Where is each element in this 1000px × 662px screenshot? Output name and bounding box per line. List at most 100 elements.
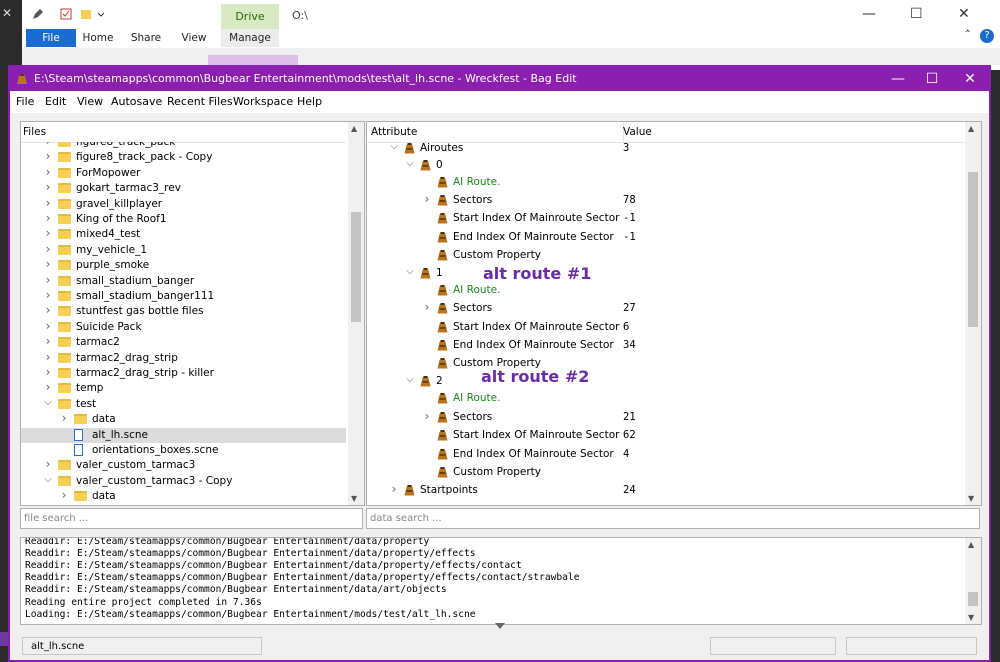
help-icon[interactable]: ? (980, 29, 994, 43)
maximize-button[interactable]: ☐ (910, 6, 923, 22)
attribute-value[interactable]: 6 (623, 500, 629, 504)
attribute-row[interactable]: Custom Property (367, 246, 965, 264)
minimize-button[interactable]: — (880, 69, 916, 89)
chevron-right-icon[interactable]: › (59, 411, 69, 425)
scroll-down-icon[interactable]: ▼ (968, 494, 974, 503)
attribute-row[interactable]: Start Index Of Mainroute Sector -1 (367, 209, 965, 227)
chevron-right-icon[interactable]: › (43, 142, 53, 148)
chevron-down-icon[interactable]: ⌵ (405, 266, 415, 277)
tab-file[interactable]: File (26, 29, 76, 47)
attribute-value[interactable]: -1 (623, 228, 636, 246)
data-search-input[interactable]: data search ... (366, 508, 980, 529)
chevron-down-icon[interactable]: ⌵ (389, 142, 399, 152)
attribute-column-header[interactable]: Attribute (371, 126, 417, 138)
chevron-right-icon[interactable]: › (422, 300, 432, 314)
tree-item[interactable]: ⌵ valer_custom_tarmac3 - Copy (21, 474, 346, 489)
menu-view[interactable]: View (77, 95, 103, 108)
attribute-row[interactable]: ⌵ 1 (367, 264, 965, 282)
scroll-thumb[interactable] (351, 212, 361, 322)
scroll-up-icon[interactable]: ▲ (968, 124, 974, 133)
tree-item[interactable]: › Suicide Pack (21, 319, 346, 335)
chevron-down-icon[interactable]: ⌵ (405, 158, 415, 169)
chevron-right-icon[interactable]: › (43, 365, 53, 379)
attribute-row[interactable]: End Index Of Mainroute Sector -1 (367, 228, 965, 246)
attribute-row[interactable]: Start Index Of Mainroute Sector 6 (367, 318, 965, 336)
drive-tools-tab[interactable]: Drive Tools (221, 4, 279, 48)
menu-workspace[interactable]: Workspace (233, 95, 293, 108)
tree-item[interactable]: alt_lh.scne (21, 427, 346, 443)
chevron-right-icon[interactable]: › (43, 165, 53, 179)
scroll-up-icon[interactable]: ▲ (968, 540, 974, 549)
chevron-right-icon[interactable]: › (43, 350, 53, 364)
menu-file[interactable]: File (16, 95, 34, 108)
tab-home[interactable]: Home (80, 29, 116, 47)
file-search-input[interactable]: file search ... (20, 508, 363, 529)
chevron-right-icon[interactable]: › (43, 226, 53, 240)
scroll-thumb[interactable] (968, 592, 978, 606)
tree-item[interactable]: › my_vehicle_1 (21, 242, 346, 258)
attribute-value[interactable]: 24 (623, 481, 636, 499)
attribute-row[interactable]: › Checkpoints 6 (367, 500, 965, 504)
tree-item[interactable]: › mixed4_test (21, 226, 346, 242)
attribute-row[interactable]: AI Route. (367, 389, 965, 407)
tree-item[interactable]: › valer_custom_tarmac3 (21, 457, 346, 473)
tree-item[interactable]: › tarmac2_drag_strip (21, 350, 346, 366)
chevron-right-icon[interactable]: › (43, 334, 53, 348)
attribute-row[interactable]: ⌵ 2 (367, 372, 965, 390)
attribute-value[interactable]: 78 (623, 191, 636, 209)
chevron-down-icon[interactable]: ⌵ (43, 474, 53, 485)
attribute-value[interactable]: 27 (623, 299, 636, 317)
scroll-down-icon[interactable]: ▼ (968, 613, 974, 622)
attribute-value[interactable]: 6 (623, 318, 629, 336)
attribute-row[interactable]: AI Route. (367, 281, 965, 299)
menu-help[interactable]: Help (297, 95, 322, 108)
tree-item[interactable]: › temp (21, 380, 346, 396)
menu-edit[interactable]: Edit (45, 95, 66, 108)
chevron-right-icon[interactable]: › (422, 192, 432, 206)
attribute-row[interactable]: Custom Property (367, 463, 965, 481)
tree-item[interactable]: › data (21, 488, 346, 504)
chevron-right-icon[interactable]: › (59, 488, 69, 502)
chevron-right-icon[interactable]: › (43, 149, 53, 163)
attribute-value[interactable]: -1 (623, 209, 636, 227)
scroll-thumb[interactable] (968, 172, 978, 327)
attribute-row[interactable]: ⌵ Airoutes 3 (367, 142, 965, 157)
chevron-down-icon[interactable]: ⌵ (43, 397, 53, 408)
tree-item[interactable]: › figure8_track_pack - Copy (21, 149, 346, 165)
tree-item[interactable]: › gokart_tarmac3_rev (21, 180, 346, 196)
scroll-up-icon[interactable]: ▲ (351, 124, 357, 133)
chevron-right-icon[interactable]: › (43, 303, 53, 317)
close-button[interactable]: ✕ (958, 6, 970, 22)
attribute-row[interactable]: ⌵ 0 (367, 156, 965, 174)
attribute-row[interactable]: › Sectors 21 (367, 408, 965, 426)
tree-item[interactable]: › tarmac2 (21, 334, 346, 350)
chevron-right-icon[interactable]: › (43, 380, 53, 394)
attribute-value[interactable]: 3 (623, 142, 629, 157)
tab-manage[interactable]: Manage (221, 29, 279, 47)
tab-view[interactable]: View (176, 29, 212, 47)
tree-item[interactable]: › data (21, 411, 346, 427)
close-icon[interactable]: ✕ (2, 6, 12, 20)
attribute-value[interactable]: 4 (623, 445, 629, 463)
minimize-button[interactable]: — (862, 6, 876, 22)
tab-share[interactable]: Share (128, 29, 164, 47)
attribute-row[interactable]: Start Index Of Mainroute Sector 62 (367, 426, 965, 444)
scroll-down-icon[interactable]: ▼ (351, 494, 357, 503)
files-scrollbar[interactable]: ▲ ▼ (348, 122, 364, 505)
chevron-up-icon[interactable]: ⌃ (964, 29, 972, 40)
menu-recent-files[interactable]: Recent Files (167, 95, 233, 108)
attribute-row[interactable]: › Sectors 27 (367, 299, 965, 317)
attribute-value[interactable]: 34 (623, 336, 636, 354)
chevron-right-icon[interactable]: › (43, 457, 53, 471)
tree-item[interactable]: › small_stadium_banger (21, 273, 346, 289)
tree-item[interactable]: › purple_smoke (21, 257, 346, 273)
title-bar[interactable]: E:\Steam\steamapps\common\Bugbear Entert… (10, 67, 989, 91)
attribute-row[interactable]: End Index Of Mainroute Sector 4 (367, 445, 965, 463)
maximize-button[interactable]: ☐ (914, 69, 950, 89)
chevron-right-icon[interactable]: › (422, 409, 432, 423)
attribute-row[interactable]: AI Route. (367, 173, 965, 191)
tree-item[interactable]: › gravel_killplayer (21, 196, 346, 212)
menu-autosave[interactable]: Autosave (111, 95, 162, 108)
log-scrollbar[interactable]: ▲ ▼ (965, 538, 981, 624)
chevron-right-icon[interactable]: › (43, 288, 53, 302)
